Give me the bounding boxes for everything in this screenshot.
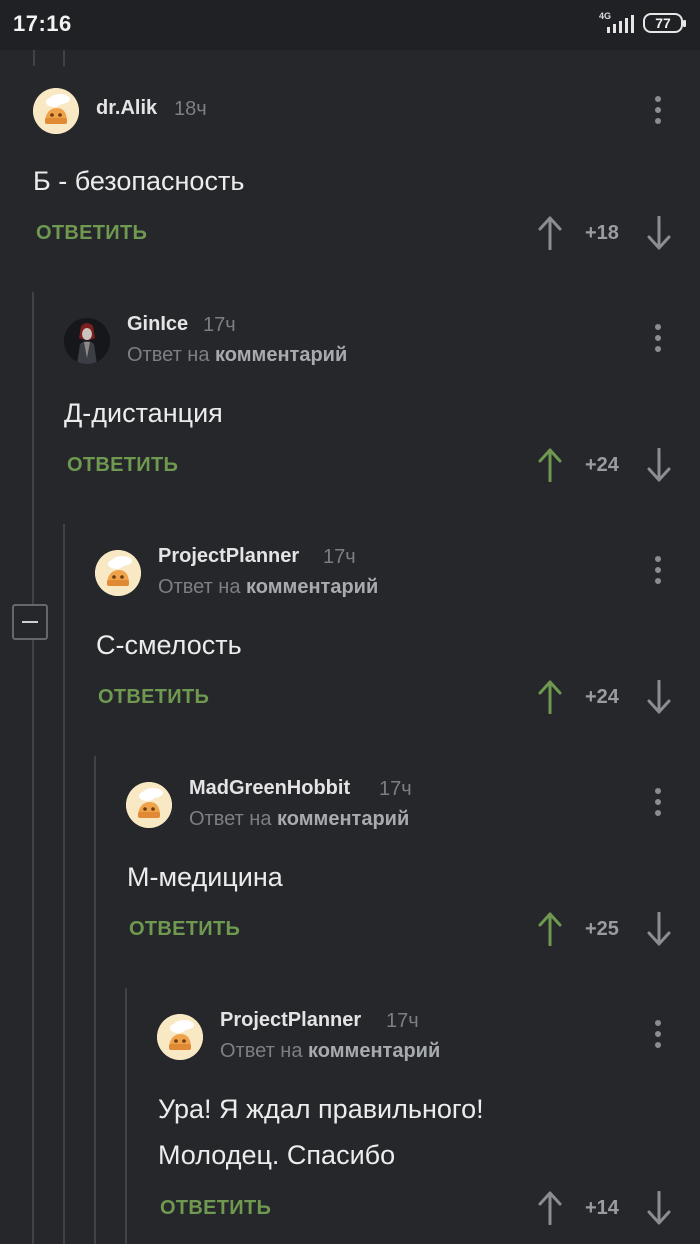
reply-button[interactable]: ОТВЕТИТЬ — [36, 222, 147, 245]
comment-time: 17ч — [323, 546, 356, 568]
upvote-icon[interactable] — [538, 448, 562, 482]
collapse-thread-button[interactable] — [12, 604, 48, 640]
reply-context: Ответ на комментарий — [158, 576, 378, 599]
vote-score: +24 — [585, 454, 619, 476]
upvote-icon[interactable] — [538, 680, 562, 714]
avatar-icon — [64, 318, 110, 364]
comment-time: 18ч — [174, 98, 207, 120]
reply-prefix: Ответ на — [158, 576, 241, 598]
downvote-icon[interactable] — [647, 912, 671, 946]
downvote-icon[interactable] — [647, 216, 671, 250]
more-menu-icon[interactable] — [653, 96, 663, 128]
reply-button[interactable]: ОТВЕТИТЬ — [160, 1197, 271, 1220]
comment-text-line-1: Ура! Я ждал правильного! — [158, 1094, 484, 1124]
avatar-icon — [95, 550, 141, 596]
avatar[interactable] — [157, 1014, 203, 1060]
more-menu-icon[interactable] — [653, 324, 663, 356]
thread-line-level-2[interactable] — [63, 524, 65, 1244]
vote-score: +14 — [585, 1197, 619, 1219]
reply-button[interactable]: ОТВЕТИТЬ — [98, 686, 209, 709]
avatar-icon — [126, 782, 172, 828]
reply-prefix: Ответ на — [189, 808, 272, 830]
comment-author[interactable]: GinIce — [127, 313, 188, 336]
reply-button[interactable]: ОТВЕТИТЬ — [129, 918, 240, 941]
thread-line-top-1 — [33, 50, 35, 66]
upvote-icon[interactable] — [538, 216, 562, 250]
more-menu-icon[interactable] — [653, 556, 663, 588]
reply-context: Ответ на комментарий — [189, 808, 409, 831]
vote-score: +25 — [585, 918, 619, 940]
comment-text-line-2: Молодец. Спасибо — [158, 1140, 396, 1170]
avatar[interactable] — [95, 550, 141, 596]
battery-level: 77 — [655, 15, 671, 31]
comment-time: 17ч — [379, 778, 412, 800]
comment-text: С-смелость — [96, 630, 242, 660]
thread-line-top-2 — [63, 50, 65, 66]
thread-line-level-1[interactable] — [32, 292, 34, 1244]
comment-author[interactable]: ProjectPlanner — [158, 545, 299, 568]
reply-context: Ответ на комментарий — [220, 1040, 440, 1063]
avatar[interactable] — [33, 88, 79, 134]
reply-button[interactable]: ОТВЕТИТЬ — [67, 454, 178, 477]
signal-icon — [607, 15, 634, 33]
avatar-icon — [157, 1014, 203, 1060]
downvote-icon[interactable] — [647, 1191, 671, 1225]
comment-author[interactable]: MadGreenHobbit — [189, 777, 350, 800]
reply-target-link[interactable]: комментарий — [215, 344, 347, 366]
comment-author[interactable]: ProjectPlanner — [220, 1009, 361, 1032]
status-bar: 17:16 4G 77 — [0, 0, 700, 50]
more-menu-icon[interactable] — [653, 788, 663, 820]
reply-context: Ответ на комментарий — [127, 344, 347, 367]
comment-time: 17ч — [386, 1010, 419, 1032]
comment-time: 17ч — [203, 314, 236, 336]
upvote-icon[interactable] — [538, 912, 562, 946]
vote-score: +24 — [585, 686, 619, 708]
comment-author[interactable]: dr.Alik — [96, 97, 157, 120]
avatar[interactable] — [64, 318, 110, 364]
downvote-icon[interactable] — [647, 448, 671, 482]
vote-score: +18 — [585, 222, 619, 244]
reply-prefix: Ответ на — [127, 344, 210, 366]
downvote-icon[interactable] — [647, 680, 671, 714]
thread-line-level-3[interactable] — [94, 756, 96, 1244]
upvote-icon[interactable] — [538, 1191, 562, 1225]
thread-line-level-4[interactable] — [125, 988, 127, 1244]
comment-text: М-медицина — [127, 862, 283, 892]
avatar-icon — [33, 88, 79, 134]
reply-prefix: Ответ на — [220, 1040, 303, 1062]
battery-icon: 77 — [643, 13, 686, 33]
comment-text: Б - безопасность — [33, 166, 245, 196]
reply-target-link[interactable]: комментарий — [246, 576, 378, 598]
reply-target-link[interactable]: комментарий — [308, 1040, 440, 1062]
status-time: 17:16 — [13, 11, 72, 36]
more-menu-icon[interactable] — [653, 1020, 663, 1052]
avatar[interactable] — [126, 782, 172, 828]
reply-target-link[interactable]: комментарий — [277, 808, 409, 830]
comment-text: Д-дистанция — [64, 398, 223, 428]
